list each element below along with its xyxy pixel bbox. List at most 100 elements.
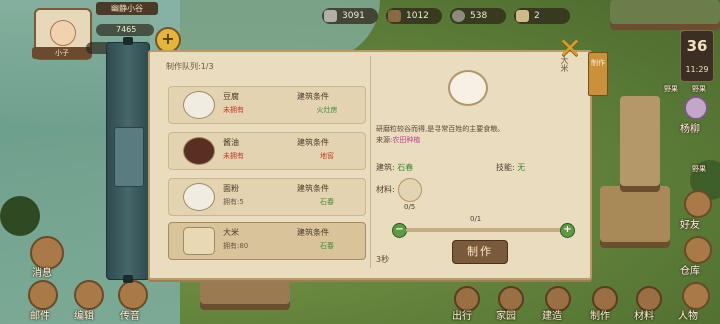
- rod-cap: [123, 275, 133, 283]
- recipe-status: 未拥有: [223, 152, 244, 160]
- craft-button[interactable]: 制作: [452, 240, 508, 264]
- rice-detail-icon: [448, 70, 488, 106]
- recipe-condition-label: 建筑条件: [297, 184, 329, 193]
- mail-label: 邮件: [30, 311, 50, 322]
- building-label: 建筑:: [376, 163, 395, 172]
- resource-silver: 3091: [322, 8, 378, 24]
- resource-stone: 538: [450, 8, 506, 24]
- clock-time: 11:29: [685, 65, 709, 74]
- resource-value: 2: [534, 11, 540, 21]
- character-icon[interactable]: [682, 282, 710, 310]
- material-count: 0/5: [404, 203, 416, 211]
- item-description: 研磨粒较谷而得,是寻常百姓的主要食粮。 来源:农田种植: [376, 124, 566, 146]
- grain-material-icon[interactable]: [398, 178, 422, 202]
- craft-tab-tag[interactable]: 制作: [588, 52, 608, 96]
- wild-fruit-label[interactable]: 野果: [664, 84, 678, 94]
- wild-fruit-label[interactable]: 野果: [692, 84, 706, 94]
- stone-icon: [452, 10, 465, 22]
- wooden-bridge: [200, 280, 290, 310]
- travel-label: 出行: [452, 311, 472, 322]
- home-label: 家园: [496, 311, 516, 322]
- increase-quantity-button[interactable]: +: [560, 223, 575, 238]
- voice-label: 传音: [120, 311, 140, 322]
- edit-icon[interactable]: [74, 280, 104, 310]
- building-value: 石春: [397, 163, 414, 172]
- recipe-name: 豆腐: [223, 92, 239, 101]
- recipe-requirement: 石春: [320, 198, 334, 206]
- quantity-value: 0/1: [470, 215, 482, 223]
- resource-scrolls: 2: [514, 8, 570, 24]
- skill-row: 技能: 无: [496, 162, 525, 173]
- voice-icon[interactable]: [118, 280, 148, 310]
- build-label: 建造: [542, 311, 562, 322]
- recipe-condition-label: 建筑条件: [297, 92, 329, 101]
- field-patch: [610, 0, 720, 30]
- close-icon[interactable]: ✕: [556, 35, 584, 63]
- calendar-widget[interactable]: 36 11:29: [680, 30, 714, 82]
- warehouse-icon[interactable]: [684, 236, 712, 264]
- source-label: 来源:: [376, 136, 393, 144]
- source-line: 来源:农田种植: [376, 135, 566, 146]
- recipe-name: 面粉: [223, 184, 239, 193]
- recipe-item-flour[interactable]: 面粉 拥有:5 建筑条件 石春: [168, 178, 366, 216]
- recipe-item-soy-sauce[interactable]: 酱油 未拥有 建筑条件 地窖: [168, 132, 366, 170]
- message-label: 消息: [32, 268, 52, 279]
- recipe-status: 拥有:5: [223, 198, 244, 206]
- recipe-condition-label: 建筑条件: [297, 138, 329, 147]
- resource-value: 1012: [406, 11, 429, 21]
- recipe-status: 拥有:80: [223, 242, 249, 250]
- scroll-rod-left: [106, 37, 150, 283]
- tofu-icon: [183, 91, 215, 119]
- skill-value: 无: [517, 163, 526, 172]
- friends-label: 好友: [680, 220, 700, 231]
- craft-label: 制作: [590, 311, 610, 322]
- mail-icon[interactable]: [28, 280, 58, 310]
- resource-wood: 1012: [386, 8, 442, 24]
- materials-label: 材料: [634, 311, 654, 322]
- decrease-quantity-button[interactable]: −: [392, 223, 407, 238]
- recipe-item-rice[interactable]: 大米 拥有:80 建筑条件 石春: [168, 222, 366, 260]
- day-number: 36: [686, 37, 708, 55]
- resource-value: 3091: [342, 11, 365, 21]
- stamina-value: 7465: [116, 25, 137, 34]
- recipe-requirement: 石春: [320, 242, 334, 250]
- player-name: 小子: [32, 47, 92, 59]
- silver-coins-icon: [324, 10, 337, 22]
- warehouse-label: 仓库: [680, 266, 700, 277]
- description-text: 研磨粒较谷而得,是寻常百姓的主要食粮。: [376, 125, 505, 133]
- rod-cap: [123, 37, 133, 45]
- stamina-stat: 7465: [96, 24, 154, 36]
- panel-divider: [370, 56, 371, 268]
- soy-sauce-jar-icon: [183, 137, 215, 165]
- recipe-condition-label: 建筑条件: [297, 228, 329, 237]
- craft-queue-label: 制作队列:1/3: [166, 62, 214, 71]
- willow-icon[interactable]: [684, 96, 708, 120]
- scroll-icon: [516, 10, 529, 22]
- recipe-name: 酱油: [223, 138, 239, 147]
- building-row: 建筑: 石春: [376, 162, 413, 173]
- recipe-requirement: 地窖: [320, 152, 334, 160]
- edit-label: 编辑: [74, 311, 94, 322]
- skill-label: 技能:: [496, 163, 515, 172]
- recipe-requirement: 火灶房: [316, 106, 338, 114]
- wooden-tower: [620, 96, 660, 192]
- avatar-face-icon: [50, 20, 76, 46]
- wild-fruit-label[interactable]: 野果: [692, 164, 706, 174]
- recipe-status: 未拥有: [223, 106, 244, 114]
- character-label: 人物: [678, 311, 698, 322]
- friends-icon[interactable]: [684, 190, 712, 218]
- source-value: 农田种植: [392, 136, 421, 144]
- quantity-slider[interactable]: [406, 228, 562, 232]
- recipe-item-tofu[interactable]: 豆腐 未拥有 建筑条件 火灶房: [168, 86, 366, 124]
- recipe-name: 大米: [223, 228, 239, 237]
- wood-icon: [388, 10, 401, 22]
- materials-label: 材料:: [376, 185, 395, 194]
- rice-basket-icon: [183, 227, 215, 255]
- resource-value: 538: [470, 11, 488, 21]
- willow-label: 杨柳: [680, 124, 700, 135]
- craft-time: 3秒: [376, 255, 390, 264]
- tree: [0, 196, 40, 236]
- flour-bowl-icon: [183, 183, 215, 211]
- thatched-hut: [600, 186, 670, 248]
- rod-plate: [114, 127, 144, 187]
